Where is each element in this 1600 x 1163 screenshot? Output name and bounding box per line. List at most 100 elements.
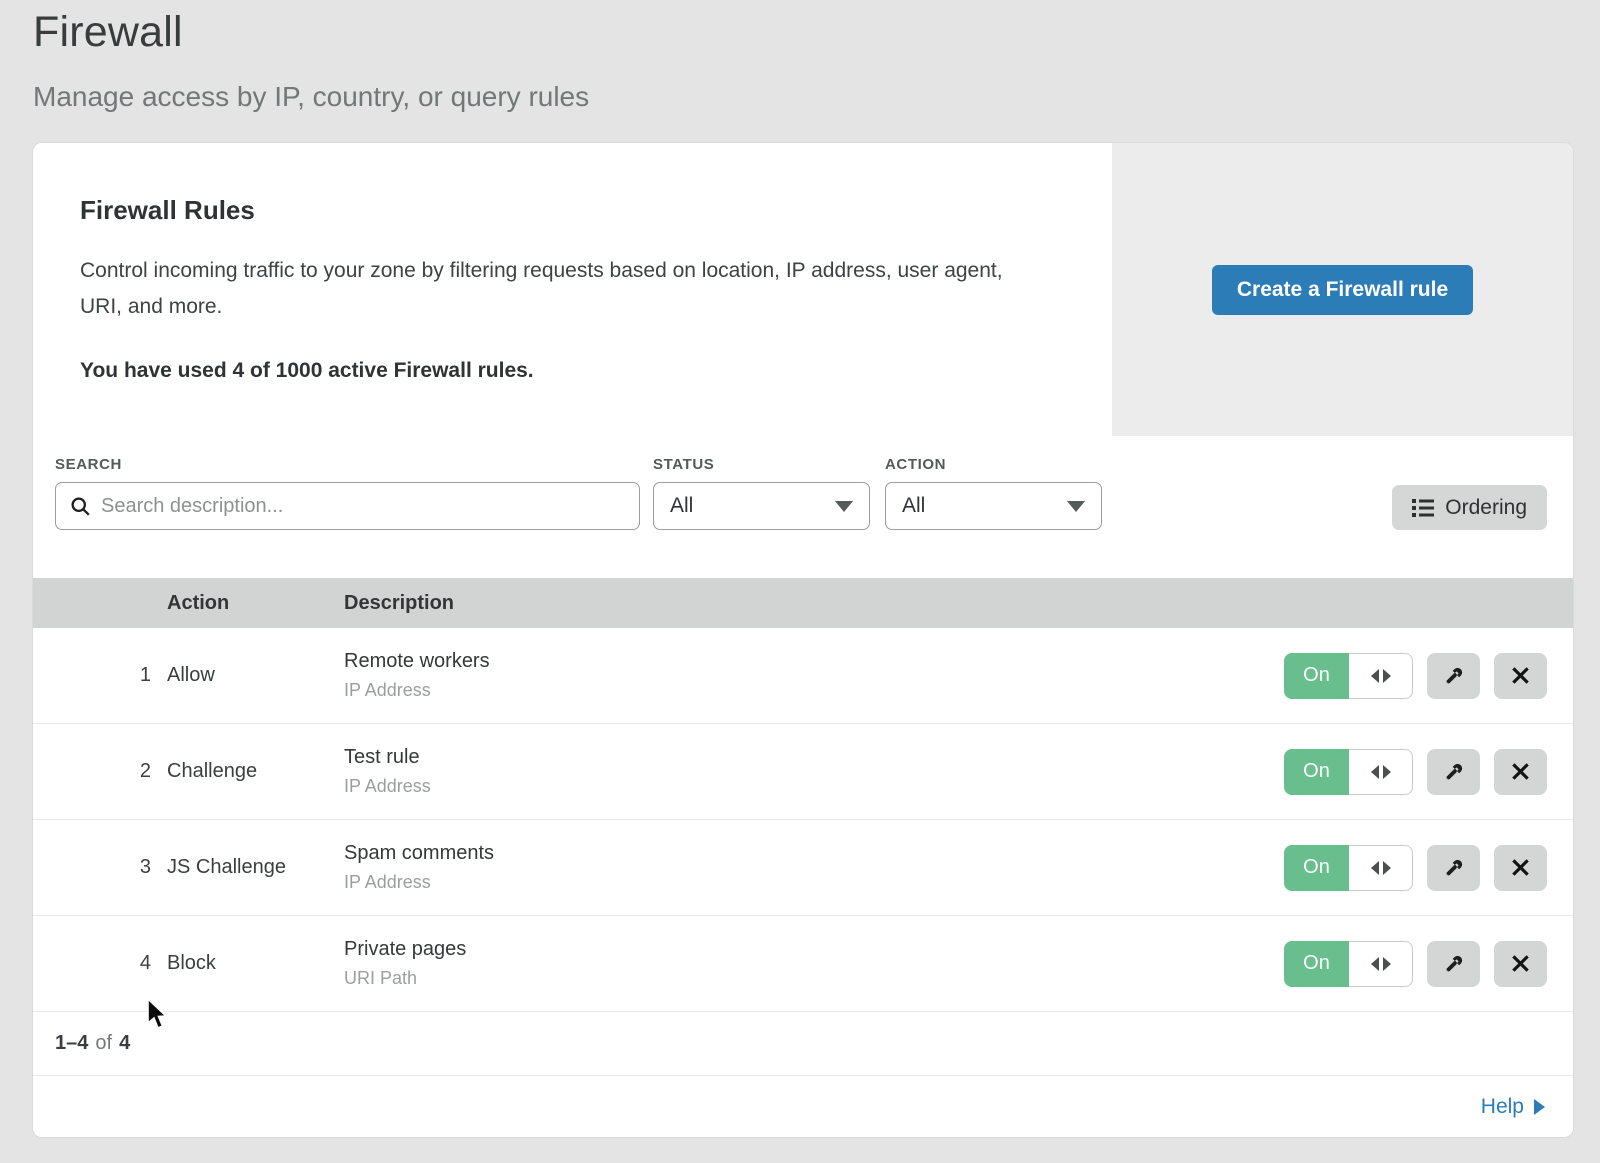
rule-priority: 1 <box>33 664 167 687</box>
action-label: ACTION <box>885 456 1102 473</box>
edit-rule-button[interactable] <box>1427 749 1480 795</box>
rule-description-cell: Spam comments IP Address <box>344 842 1284 893</box>
rule-controls: On <box>1284 653 1547 699</box>
search-icon <box>70 496 91 517</box>
edit-rule-button[interactable] <box>1427 941 1480 987</box>
rule-action: Allow <box>167 664 344 687</box>
rule-enabled-toggle[interactable]: On <box>1284 749 1413 795</box>
pagination-of-text: of <box>95 1032 112 1055</box>
rule-description: Spam comments <box>344 842 1284 865</box>
rule-description-cell: Remote workers IP Address <box>344 650 1284 701</box>
arrow-right-icon <box>1383 957 1391 971</box>
wrench-icon <box>1443 953 1465 975</box>
arrow-right-icon <box>1534 1099 1545 1115</box>
arrow-right-icon <box>1383 861 1391 875</box>
firewall-rules-card-text: Firewall Rules Control incoming traffic … <box>33 143 1112 436</box>
edit-rule-button[interactable] <box>1427 653 1480 699</box>
table-row: 1 Allow Remote workers IP Address On <box>33 628 1573 724</box>
delete-rule-button[interactable] <box>1494 749 1547 795</box>
action-select[interactable]: All <box>885 482 1102 530</box>
panel-bottom-bar: Help <box>33 1075 1573 1137</box>
arrow-right-icon <box>1383 765 1391 779</box>
ordering-button-label: Ordering <box>1445 496 1527 520</box>
pagination-total: 4 <box>119 1032 130 1055</box>
wrench-icon <box>1443 665 1465 687</box>
table-header-description: Description <box>344 592 1573 615</box>
rule-priority: 3 <box>33 856 167 879</box>
arrow-left-icon <box>1371 957 1379 971</box>
card-description: Control incoming traffic to your zone by… <box>80 253 1035 325</box>
toggle-handle[interactable] <box>1349 941 1413 987</box>
search-label: SEARCH <box>55 456 640 473</box>
delete-rule-button[interactable] <box>1494 941 1547 987</box>
action-select-value: All <box>902 494 925 518</box>
close-icon <box>1511 762 1530 781</box>
arrow-right-icon <box>1383 669 1391 683</box>
ordering-button[interactable]: Ordering <box>1392 485 1547 530</box>
rule-description: Private pages <box>344 938 1284 961</box>
close-icon <box>1511 954 1530 973</box>
toggle-on-label: On <box>1284 941 1349 987</box>
table-row: 2 Challenge Test rule IP Address On <box>33 724 1573 820</box>
rule-match-type: IP Address <box>344 872 1284 893</box>
search-filter-group: SEARCH <box>55 456 640 530</box>
rule-description-cell: Private pages URI Path <box>344 938 1284 989</box>
rule-priority: 4 <box>33 952 167 975</box>
rule-match-type: IP Address <box>344 680 1284 701</box>
rule-action: Challenge <box>167 760 344 783</box>
rule-match-type: URI Path <box>344 968 1284 989</box>
rule-description: Test rule <box>344 746 1284 769</box>
page-subtitle: Manage access by IP, country, or query r… <box>33 81 589 113</box>
status-select[interactable]: All <box>653 482 870 530</box>
table-row: 3 JS Challenge Spam comments IP Address … <box>33 820 1573 916</box>
search-box[interactable] <box>55 482 640 530</box>
filter-bar: SEARCH STATUS All ACTION <box>33 436 1573 578</box>
action-filter-group: ACTION All <box>885 456 1102 530</box>
help-link[interactable]: Help <box>1481 1095 1545 1119</box>
close-icon <box>1511 858 1530 877</box>
rule-controls: On <box>1284 941 1547 987</box>
rule-controls: On <box>1284 845 1547 891</box>
rule-action: JS Challenge <box>167 856 344 879</box>
status-select-value: All <box>670 494 693 518</box>
card-title: Firewall Rules <box>80 195 1064 226</box>
rule-controls: On <box>1284 749 1547 795</box>
chevron-down-icon <box>1067 501 1085 512</box>
rule-description: Remote workers <box>344 650 1284 673</box>
table-row: 4 Block Private pages URI Path On <box>33 916 1573 1012</box>
ordered-list-icon <box>1412 498 1434 518</box>
table-header-action: Action <box>167 592 344 615</box>
arrow-left-icon <box>1371 669 1379 683</box>
toggle-handle[interactable] <box>1349 653 1413 699</box>
search-input[interactable] <box>101 495 625 518</box>
edit-rule-button[interactable] <box>1427 845 1480 891</box>
rule-match-type: IP Address <box>344 776 1284 797</box>
help-link-label: Help <box>1481 1095 1524 1119</box>
toggle-handle[interactable] <box>1349 749 1413 795</box>
delete-rule-button[interactable] <box>1494 653 1547 699</box>
toggle-on-label: On <box>1284 653 1349 699</box>
toggle-on-label: On <box>1284 845 1349 891</box>
toggle-on-label: On <box>1284 749 1349 795</box>
firewall-panel: Firewall Rules Control incoming traffic … <box>33 143 1573 1137</box>
status-filter-group: STATUS All <box>653 456 870 530</box>
pagination-summary: 1–4 of 4 <box>33 1012 1573 1075</box>
rule-priority: 2 <box>33 760 167 783</box>
rule-enabled-toggle[interactable]: On <box>1284 845 1413 891</box>
toggle-handle[interactable] <box>1349 845 1413 891</box>
chevron-down-icon <box>835 501 853 512</box>
create-firewall-rule-button[interactable]: Create a Firewall rule <box>1212 265 1473 315</box>
page-header: Firewall Manage access by IP, country, o… <box>33 8 589 113</box>
wrench-icon <box>1443 761 1465 783</box>
rule-enabled-toggle[interactable]: On <box>1284 653 1413 699</box>
firewall-rules-card-action-area: Create a Firewall rule <box>1112 143 1573 436</box>
table-header: Action Description <box>33 578 1573 628</box>
status-label: STATUS <box>653 456 870 473</box>
wrench-icon <box>1443 857 1465 879</box>
card-usage-text: You have used 4 of 1000 active Firewall … <box>80 359 1064 383</box>
firewall-rules-card: Firewall Rules Control incoming traffic … <box>33 143 1573 436</box>
delete-rule-button[interactable] <box>1494 845 1547 891</box>
rule-enabled-toggle[interactable]: On <box>1284 941 1413 987</box>
arrow-left-icon <box>1371 861 1379 875</box>
rule-action: Block <box>167 952 344 975</box>
